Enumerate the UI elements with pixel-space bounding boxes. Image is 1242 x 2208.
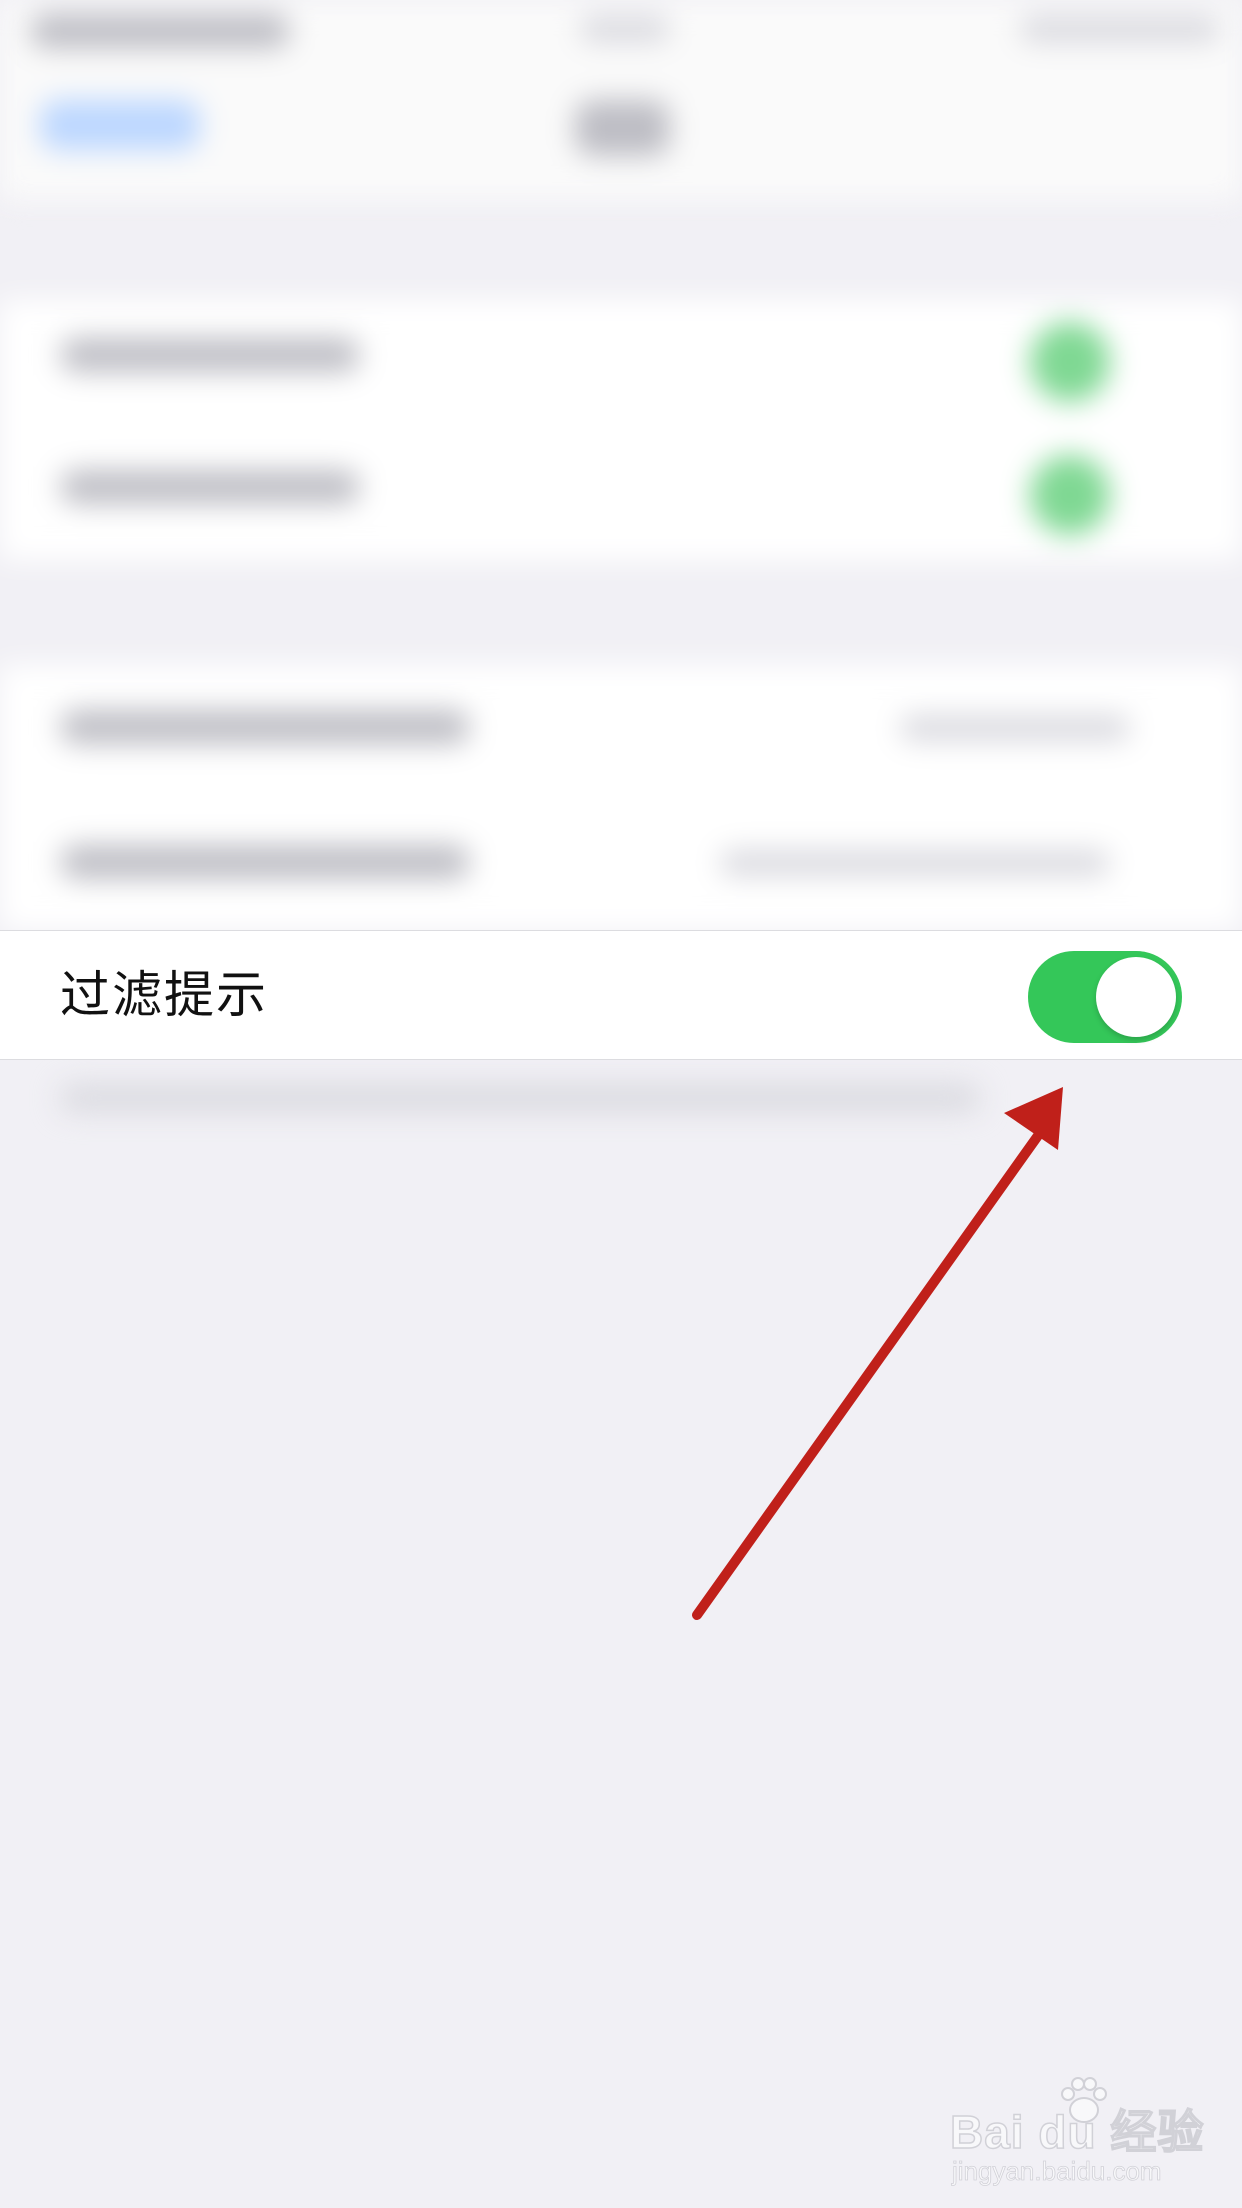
filter-hint-toggle[interactable] xyxy=(1028,951,1182,1043)
status-bar xyxy=(0,0,1242,60)
settings-group-1 xyxy=(0,300,1242,560)
settings-screen: 过滤提示 Bai du 经验 jingyan.baidu.com xyxy=(0,0,1242,2208)
watermark-brand: Bai du 经验 xyxy=(949,2105,1205,2159)
blurred-background xyxy=(0,0,1242,2208)
watermark-url: jingyan.baidu.com xyxy=(952,2156,1162,2187)
footer-note xyxy=(60,1085,980,1115)
filter-hint-row: 过滤提示 xyxy=(0,930,1242,1060)
toggle-knob xyxy=(1096,957,1176,1037)
filter-hint-label: 过滤提示 xyxy=(60,966,268,1024)
navigation-bar xyxy=(0,60,1242,200)
settings-group-2 xyxy=(0,665,1242,930)
baidu-jingyan-watermark: Bai du 经验 jingyan.baidu.com xyxy=(949,2070,1210,2190)
